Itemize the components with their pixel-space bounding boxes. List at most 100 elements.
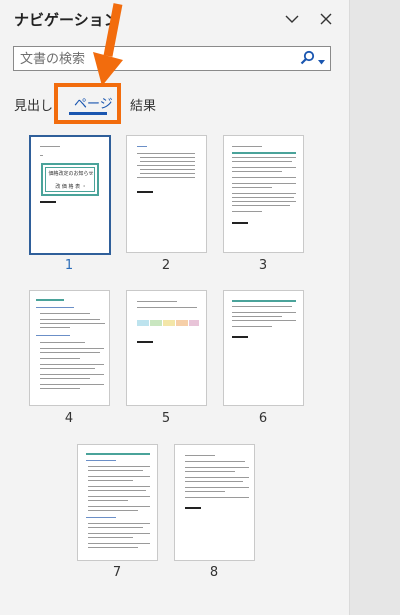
thumb-line	[88, 480, 133, 481]
thumb-line	[40, 358, 80, 359]
thumb-line	[232, 152, 296, 154]
search-button[interactable]	[298, 50, 326, 68]
thumb-line	[88, 527, 143, 528]
thumb-line	[232, 177, 296, 178]
search-input[interactable]	[20, 50, 290, 68]
thumb-line	[86, 517, 116, 518]
caret-down-icon	[317, 50, 325, 69]
page-number-6: 6	[258, 411, 268, 426]
thumb-line	[88, 476, 150, 477]
thumb-line	[86, 453, 150, 455]
cover-subtitle: 改 価 格 表 ・	[55, 184, 87, 190]
thumb-line	[232, 205, 290, 206]
page-thumbnail-6[interactable]	[223, 290, 304, 406]
thumb-line	[232, 300, 296, 302]
thumb-line	[137, 177, 195, 178]
thumb-line	[88, 470, 143, 471]
thumb-line	[185, 491, 225, 492]
thumb-line	[137, 165, 195, 166]
thumb-line	[40, 319, 100, 320]
thumb-line	[40, 313, 90, 314]
thumb-line	[185, 471, 235, 472]
thumb-line	[88, 496, 150, 497]
search-icon	[300, 50, 315, 69]
page-thumbnail-7[interactable]	[77, 444, 158, 561]
close-icon[interactable]	[317, 10, 335, 28]
thumb-line	[88, 533, 150, 534]
orange-arrow	[93, 3, 123, 86]
thumb-line	[232, 197, 294, 198]
thumb-line	[36, 307, 74, 308]
thumb-line	[40, 155, 43, 156]
thumb-line	[40, 378, 90, 379]
thumb-line	[137, 146, 147, 147]
thumb-line	[88, 537, 133, 538]
page-number-7: 7	[112, 565, 122, 580]
cover-title-box: 価格改定のお知らせ 改 価 格 表 ・	[41, 163, 99, 196]
thumb-line	[232, 187, 272, 188]
thumb-line	[40, 364, 104, 365]
tab-pages[interactable]: ページ	[74, 93, 113, 112]
thumb-line	[232, 312, 296, 313]
thumb-line	[232, 171, 282, 172]
thumb-line	[88, 506, 150, 507]
thumb-dots	[40, 201, 56, 203]
thumb-line	[232, 201, 296, 202]
thumb-line	[232, 211, 262, 212]
page-thumbnail-8[interactable]	[174, 444, 255, 561]
thumb-line	[137, 307, 197, 308]
thumb-line	[88, 547, 138, 548]
thumb-line	[40, 146, 60, 147]
thumb-line	[232, 183, 296, 184]
search-box	[13, 46, 331, 71]
thumb-line	[88, 543, 150, 544]
scrollbar-area[interactable]	[349, 0, 400, 615]
page-number-3: 3	[258, 258, 268, 273]
thumb-line	[40, 384, 104, 385]
thumb-line	[185, 455, 215, 456]
thumb-dots	[232, 336, 248, 338]
thumb-dots	[137, 341, 153, 343]
thumb-line	[40, 388, 80, 389]
thumb-line	[232, 146, 262, 147]
thumb-line	[232, 161, 292, 162]
thumb-line	[137, 153, 195, 154]
thumb-line	[40, 348, 104, 349]
thumb-line	[88, 500, 128, 501]
page-thumbnail-5[interactable]	[126, 290, 207, 406]
thumb-line	[40, 342, 85, 343]
page-number-2: 2	[161, 258, 171, 273]
thumb-line	[185, 467, 249, 468]
tab-headings[interactable]: 見出し	[14, 95, 53, 114]
thumb-line	[86, 460, 116, 461]
cover-title: 価格改定のお知らせ	[48, 171, 94, 177]
thumb-line	[185, 497, 249, 498]
page-number-4: 4	[64, 411, 74, 426]
page-number-1: 1	[64, 258, 74, 273]
thumb-line	[232, 316, 282, 317]
thumb-dots	[185, 507, 201, 509]
tab-results[interactable]: 結果	[130, 95, 156, 114]
page-thumbnail-3[interactable]	[223, 135, 304, 253]
thumb-line	[185, 481, 243, 482]
page-thumbnail-1[interactable]: 価格改定のお知らせ 改 価 格 表 ・	[29, 135, 111, 255]
thumb-line	[88, 486, 150, 487]
thumb-line	[232, 157, 296, 158]
thumb-line	[185, 461, 245, 462]
navigation-pane: ナビゲーション 見出し ページ 結果 価格改定のお知らせ 改	[0, 0, 349, 615]
chevron-down-icon[interactable]	[283, 10, 301, 28]
thumb-dots	[137, 191, 153, 193]
thumb-line	[185, 487, 249, 488]
thumb-diagram	[137, 317, 199, 331]
thumb-line	[88, 510, 138, 511]
thumb-line	[137, 301, 177, 302]
thumb-line	[88, 466, 150, 467]
thumb-line	[140, 161, 195, 162]
thumb-line	[40, 352, 100, 353]
thumb-line	[40, 323, 105, 324]
page-thumbnail-2[interactable]	[126, 135, 207, 253]
thumb-line	[232, 320, 296, 321]
tab-pages-underline	[69, 112, 107, 115]
page-thumbnail-4[interactable]	[29, 290, 110, 406]
thumb-line	[40, 368, 95, 369]
